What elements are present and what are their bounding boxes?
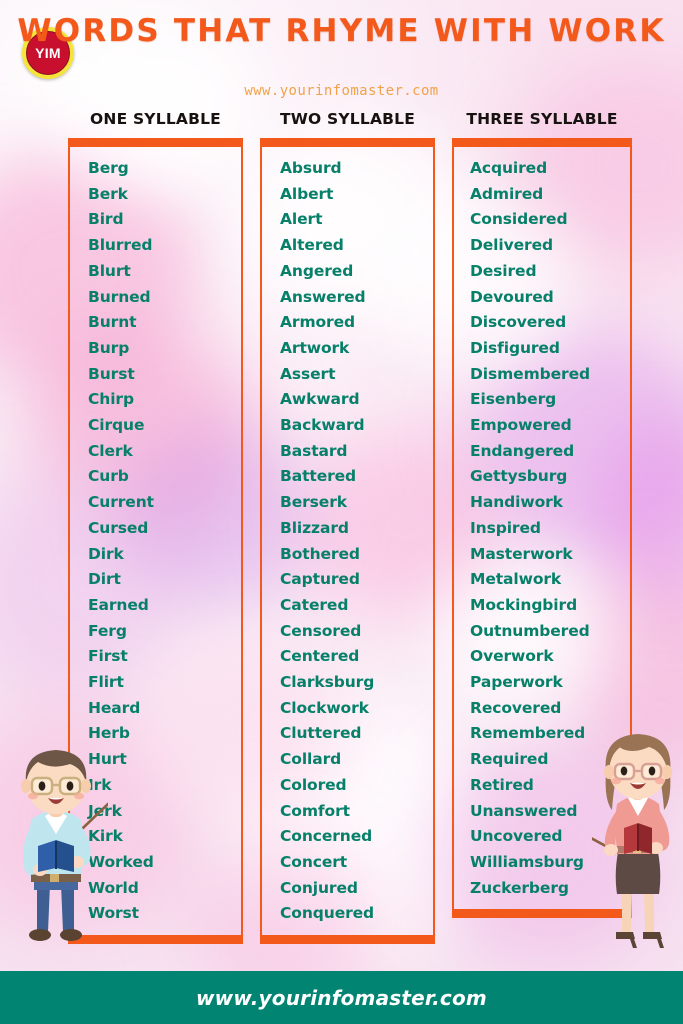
list-item: Captured — [280, 570, 360, 589]
list-item: Berg — [88, 159, 129, 177]
list-item: Centered — [280, 647, 360, 666]
list-item: Worked — [88, 852, 154, 871]
female-teacher-illustration — [592, 734, 672, 948]
list-item: Paperwork — [470, 673, 563, 692]
column-frame: Absurd Albert Alert Altered Angered Answ… — [260, 138, 435, 945]
list-item: Current — [88, 493, 154, 512]
list-item: Conjured — [280, 878, 358, 897]
list-item: Awkward — [280, 390, 360, 409]
list-item: Considered — [470, 210, 568, 229]
list-item: Censored — [280, 621, 362, 640]
list-item: Gettysburg — [470, 467, 568, 486]
list-item: Cluttered — [280, 724, 362, 743]
list-item: Comfort — [280, 801, 350, 820]
list-item: Answered — [280, 287, 366, 306]
list-item: Metalwork — [470, 570, 562, 589]
list-item: Cirque — [88, 416, 145, 435]
list-item: Discovered — [470, 313, 567, 332]
list-item: Delivered — [470, 236, 553, 255]
list-item: World — [88, 878, 139, 897]
list-item: Collard — [280, 750, 342, 769]
list-item: Colored — [280, 775, 347, 794]
list-item: Blurred — [88, 236, 153, 255]
list-item: Recovered — [470, 698, 562, 717]
list-item: Dirk — [88, 544, 124, 563]
list-item: Burst — [88, 364, 135, 383]
list-item: Herb — [88, 724, 130, 743]
page-title: WORDS THAT RHYME WITH WORK — [17, 13, 666, 49]
list-item: Clockwork — [280, 698, 369, 717]
list-item: Armored — [280, 313, 355, 332]
list-item: Handiwork — [470, 493, 563, 512]
list-item: Clerk — [88, 441, 133, 460]
list-item: Blizzard — [280, 518, 349, 537]
footer-website: www.yourinfomaster.com — [196, 985, 487, 1010]
list-item: Absurd — [280, 159, 342, 177]
list-item: Jerk — [88, 801, 122, 820]
list-item: Disfigured — [470, 338, 560, 357]
list-item: Irk — [88, 775, 112, 794]
column-heading: ONE SYLLABLE — [90, 110, 221, 128]
list-item: Conquered — [280, 904, 375, 923]
list-item: Albert — [280, 184, 334, 203]
list-item: Endangered — [470, 441, 575, 460]
list-item: Concerned — [280, 827, 373, 846]
list-item: Masterwork — [470, 544, 573, 563]
list-item: Cursed — [88, 518, 149, 537]
list-item: Bastard — [280, 441, 348, 460]
list-item: Ferg — [88, 621, 127, 640]
list-item: Acquired — [470, 159, 548, 177]
list-item: Catered — [280, 595, 349, 614]
list-item: Dirt — [88, 570, 121, 589]
list-item: First — [88, 647, 128, 666]
list-item: Inspired — [470, 518, 541, 537]
list-item: Kirk — [88, 827, 123, 846]
list-item: Blurt — [88, 261, 131, 280]
list-item: Overwork — [470, 647, 554, 666]
list-item: Outnumbered — [470, 621, 590, 640]
list-item: Burned — [88, 287, 151, 306]
list-item: Curb — [88, 467, 129, 486]
list-item: Backward — [280, 416, 365, 435]
list-item: Alert — [280, 210, 323, 229]
list-item: Dismembered — [470, 364, 590, 383]
list-item: Devoured — [470, 287, 554, 306]
list-item: Chirp — [88, 390, 134, 409]
list-item: Bothered — [280, 544, 360, 563]
list-item: Flirt — [88, 673, 124, 692]
male-teacher-illustration — [21, 750, 108, 941]
list-item: Eisenberg — [470, 390, 557, 409]
list-item: Bird — [88, 210, 124, 229]
list-item: Desired — [470, 261, 537, 280]
column-heading: THREE SYLLABLE — [466, 110, 618, 128]
list-item: Earned — [88, 595, 149, 614]
footer-bar: www.yourinfomaster.com — [0, 971, 683, 1024]
infographic-poster: YIM WORDS THAT RHYME WITH WORK www.youri… — [0, 0, 683, 1024]
list-item: Empowered — [470, 416, 572, 435]
list-item: Artwork — [280, 338, 350, 357]
column-two-syllable: TWO SYLLABLE Absurd Albert Alert Altered… — [260, 108, 435, 945]
list-item: Heard — [88, 698, 141, 717]
header-website: www.yourinfomaster.com — [244, 83, 439, 99]
list-item: Clarksburg — [280, 673, 375, 692]
list-item: Burp — [88, 338, 130, 357]
list-item: Concert — [280, 852, 348, 871]
column-heading: TWO SYLLABLE — [279, 110, 416, 128]
list-item: Altered — [280, 236, 344, 255]
list-item: Berserk — [280, 493, 347, 512]
word-list-two-syllable: Absurd Albert Alert Altered Angered Answ… — [262, 156, 433, 927]
list-item: Angered — [280, 261, 354, 280]
list-item: Hurt — [88, 750, 127, 769]
list-item: Admired — [470, 184, 544, 203]
list-item: Mockingbird — [470, 595, 578, 614]
list-item: Worst — [88, 904, 139, 923]
list-item: Berk — [88, 184, 128, 203]
list-item: Battered — [280, 467, 357, 486]
list-item: Assert — [280, 364, 336, 383]
list-item: Burnt — [88, 313, 137, 332]
